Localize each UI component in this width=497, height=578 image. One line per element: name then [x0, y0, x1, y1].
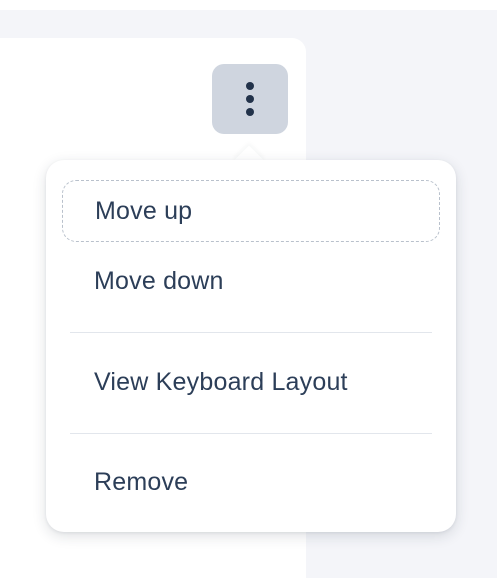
menu-item-label: Move up — [95, 196, 193, 225]
menu-divider — [70, 332, 432, 333]
context-menu: Move up Move down View Keyboard Layout R… — [46, 160, 456, 532]
menu-item-move-down[interactable]: Move down — [62, 250, 440, 312]
menu-item-view-keyboard-layout[interactable]: View Keyboard Layout — [62, 351, 440, 413]
menu-item-move-up[interactable]: Move up — [62, 180, 440, 242]
more-vertical-icon-dot-top — [246, 82, 254, 90]
menu-item-label: View Keyboard Layout — [94, 367, 348, 396]
more-vertical-icon-dot-middle — [246, 95, 254, 103]
top-strip — [0, 0, 497, 10]
more-vertical-icon-dot-bottom — [246, 108, 254, 116]
menu-item-label: Move down — [94, 266, 224, 295]
menu-item-label: Remove — [94, 467, 189, 496]
menu-divider — [70, 433, 432, 434]
more-options-button[interactable] — [212, 64, 288, 134]
menu-item-remove[interactable]: Remove — [62, 451, 440, 513]
